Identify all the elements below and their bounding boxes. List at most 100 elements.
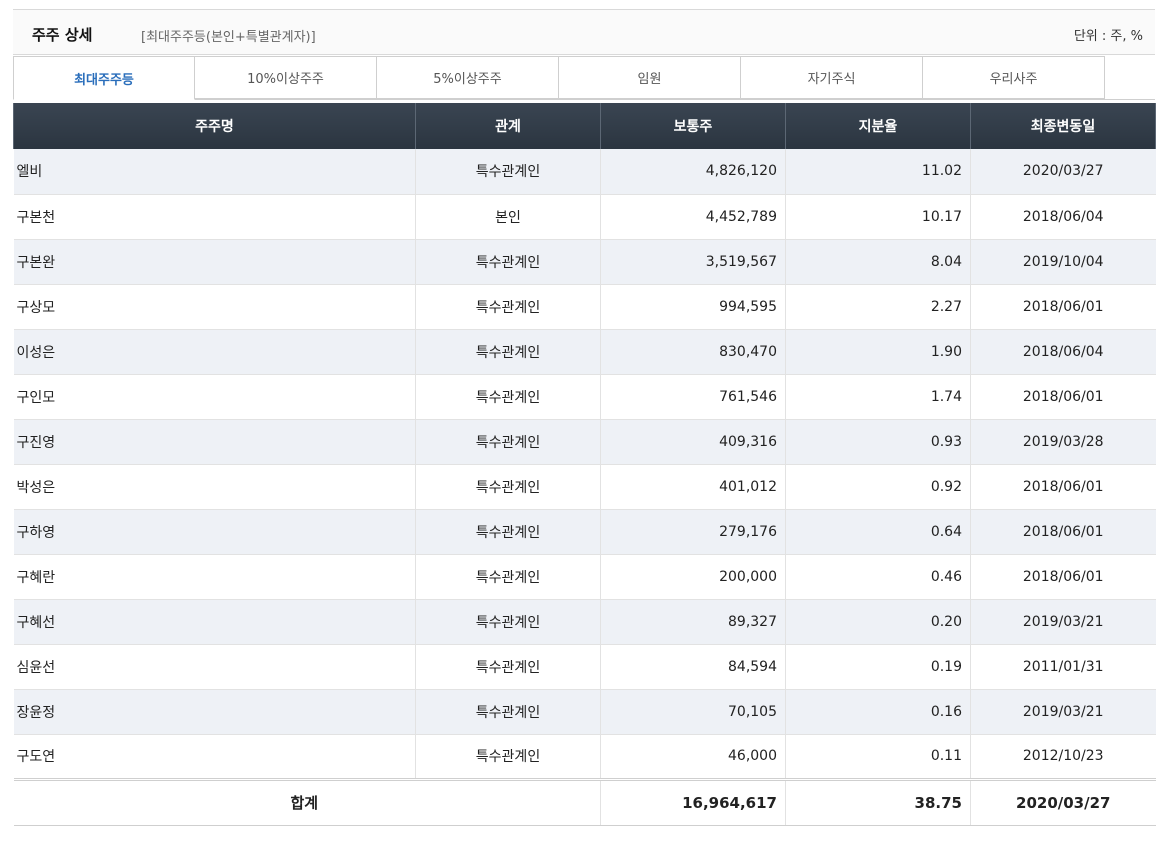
shares-cell: 84,594 [600, 644, 786, 690]
shares-cell: 4,452,789 [600, 194, 786, 240]
table-row: 구인모 특수관계인 761,546 1.74 2018/06/01 [13, 374, 1156, 420]
shares-cell: 46,000 [600, 734, 786, 780]
date-cell: 2019/03/21 [970, 599, 1156, 645]
table-header-row: 주주명 관계 보통주 지분율 최종변동일 [13, 103, 1156, 149]
total-date: 2020/03/27 [970, 777, 1156, 826]
shareholder-name-cell: 장윤정 [13, 689, 416, 735]
table-row: 구도연 특수관계인 46,000 0.11 2012/10/23 [13, 734, 1156, 780]
tab-bar: 최대주주등 10%이상주주 5%이상주주 임원 자기주식 우리사주 [13, 56, 1155, 100]
relation-cell: 특수관계인 [415, 689, 601, 735]
ratio-cell: 0.92 [785, 464, 971, 510]
tab-10pct-shareholders[interactable]: 10%이상주주 [195, 56, 377, 99]
relation-cell: 특수관계인 [415, 239, 601, 285]
date-cell: 2018/06/01 [970, 509, 1156, 555]
date-cell: 2019/03/21 [970, 689, 1156, 735]
date-cell: 2012/10/23 [970, 734, 1156, 780]
date-cell: 2018/06/04 [970, 194, 1156, 240]
shares-cell: 994,595 [600, 284, 786, 330]
total-ratio: 38.75 [785, 777, 971, 826]
relation-cell: 특수관계인 [415, 374, 601, 420]
table-row: 엘비 특수관계인 4,826,120 11.02 2020/03/27 [13, 149, 1156, 195]
col-header-ratio: 지분율 [785, 103, 971, 149]
date-cell: 2018/06/01 [970, 464, 1156, 510]
ratio-cell: 0.93 [785, 419, 971, 465]
table-row: 심윤선 특수관계인 84,594 0.19 2011/01/31 [13, 644, 1156, 690]
ratio-cell: 2.27 [785, 284, 971, 330]
date-cell: 2019/03/28 [970, 419, 1156, 465]
section-header: 주주 상세 [최대주주등(본인+특별관계자)] 단위 : 주, % [13, 9, 1155, 55]
date-cell: 2018/06/04 [970, 329, 1156, 375]
shares-cell: 3,519,567 [600, 239, 786, 285]
shareholder-name-cell: 구본천 [13, 194, 416, 240]
relation-cell: 특수관계인 [415, 149, 601, 195]
table-row: 구혜선 특수관계인 89,327 0.20 2019/03/21 [13, 599, 1156, 645]
relation-cell: 본인 [415, 194, 601, 240]
relation-cell: 특수관계인 [415, 284, 601, 330]
shareholder-name-cell: 구인모 [13, 374, 416, 420]
shareholder-name-cell: 구도연 [13, 734, 416, 780]
tab-treasury-stock[interactable]: 자기주식 [741, 56, 923, 99]
shares-cell: 89,327 [600, 599, 786, 645]
relation-cell: 특수관계인 [415, 644, 601, 690]
relation-cell: 특수관계인 [415, 509, 601, 555]
ratio-cell: 0.46 [785, 554, 971, 600]
ratio-cell: 1.74 [785, 374, 971, 420]
shares-cell: 70,105 [600, 689, 786, 735]
ratio-cell: 0.19 [785, 644, 971, 690]
shareholder-name-cell: 박성은 [13, 464, 416, 510]
relation-cell: 특수관계인 [415, 599, 601, 645]
relation-cell: 특수관계인 [415, 419, 601, 465]
date-cell: 2020/03/27 [970, 149, 1156, 195]
table-row: 장윤정 특수관계인 70,105 0.16 2019/03/21 [13, 689, 1156, 735]
relation-cell: 특수관계인 [415, 464, 601, 510]
shareholder-name-cell: 구진영 [13, 419, 416, 465]
shares-cell: 830,470 [600, 329, 786, 375]
tab-employee-stock[interactable]: 우리사주 [923, 56, 1105, 99]
date-cell: 2018/06/01 [970, 284, 1156, 330]
shareholder-name-cell: 구하영 [13, 509, 416, 555]
unit-label: 단위 : 주, % [1073, 29, 1143, 44]
shareholder-name-cell: 이성은 [13, 329, 416, 375]
col-header-name: 주주명 [13, 103, 416, 149]
ratio-cell: 0.64 [785, 509, 971, 555]
tab-largest-shareholders[interactable]: 최대주주등 [13, 56, 195, 100]
table-row: 박성은 특수관계인 401,012 0.92 2018/06/01 [13, 464, 1156, 510]
shareholder-name-cell: 구상모 [13, 284, 416, 330]
tab-executives[interactable]: 임원 [559, 56, 741, 99]
date-cell: 2018/06/01 [970, 554, 1156, 600]
table-row: 구본천 본인 4,452,789 10.17 2018/06/04 [13, 194, 1156, 240]
relation-cell: 특수관계인 [415, 554, 601, 600]
shares-cell: 200,000 [600, 554, 786, 600]
shareholder-name-cell: 구혜선 [13, 599, 416, 645]
section-subtitle: [최대주주등(본인+특별관계자)] [141, 30, 316, 45]
table-row: 이성은 특수관계인 830,470 1.90 2018/06/04 [13, 329, 1156, 375]
shareholder-name-cell: 구혜란 [13, 554, 416, 600]
shareholder-name-cell: 엘비 [13, 149, 416, 195]
col-header-relation: 관계 [415, 103, 601, 149]
ratio-cell: 10.17 [785, 194, 971, 240]
relation-cell: 특수관계인 [415, 329, 601, 375]
date-cell: 2011/01/31 [970, 644, 1156, 690]
shares-cell: 4,826,120 [600, 149, 786, 195]
table-row: 구하영 특수관계인 279,176 0.64 2018/06/01 [13, 509, 1156, 555]
shareholder-name-cell: 구본완 [13, 239, 416, 285]
table-row: 구상모 특수관계인 994,595 2.27 2018/06/01 [13, 284, 1156, 330]
shareholder-name-cell: 심윤선 [13, 644, 416, 690]
ratio-cell: 8.04 [785, 239, 971, 285]
ratio-cell: 0.20 [785, 599, 971, 645]
total-row: 합계 16,964,617 38.75 2020/03/27 [13, 777, 1156, 826]
table-row: 구본완 특수관계인 3,519,567 8.04 2019/10/04 [13, 239, 1156, 285]
ratio-cell: 0.16 [785, 689, 971, 735]
shareholder-table: 주주명 관계 보통주 지분율 최종변동일 엘비 특수관계인 4,826,120 11.… [13, 103, 1156, 826]
ratio-cell: 0.11 [785, 734, 971, 780]
table-row: 구혜란 특수관계인 200,000 0.46 2018/06/01 [13, 554, 1156, 600]
shares-cell: 409,316 [600, 419, 786, 465]
ratio-cell: 1.90 [785, 329, 971, 375]
total-label: 합계 [13, 777, 601, 826]
shares-cell: 761,546 [600, 374, 786, 420]
tab-5pct-shareholders[interactable]: 5%이상주주 [377, 56, 559, 99]
shares-cell: 279,176 [600, 509, 786, 555]
total-shares: 16,964,617 [600, 777, 786, 826]
relation-cell: 특수관계인 [415, 734, 601, 780]
table-row: 구진영 특수관계인 409,316 0.93 2019/03/28 [13, 419, 1156, 465]
